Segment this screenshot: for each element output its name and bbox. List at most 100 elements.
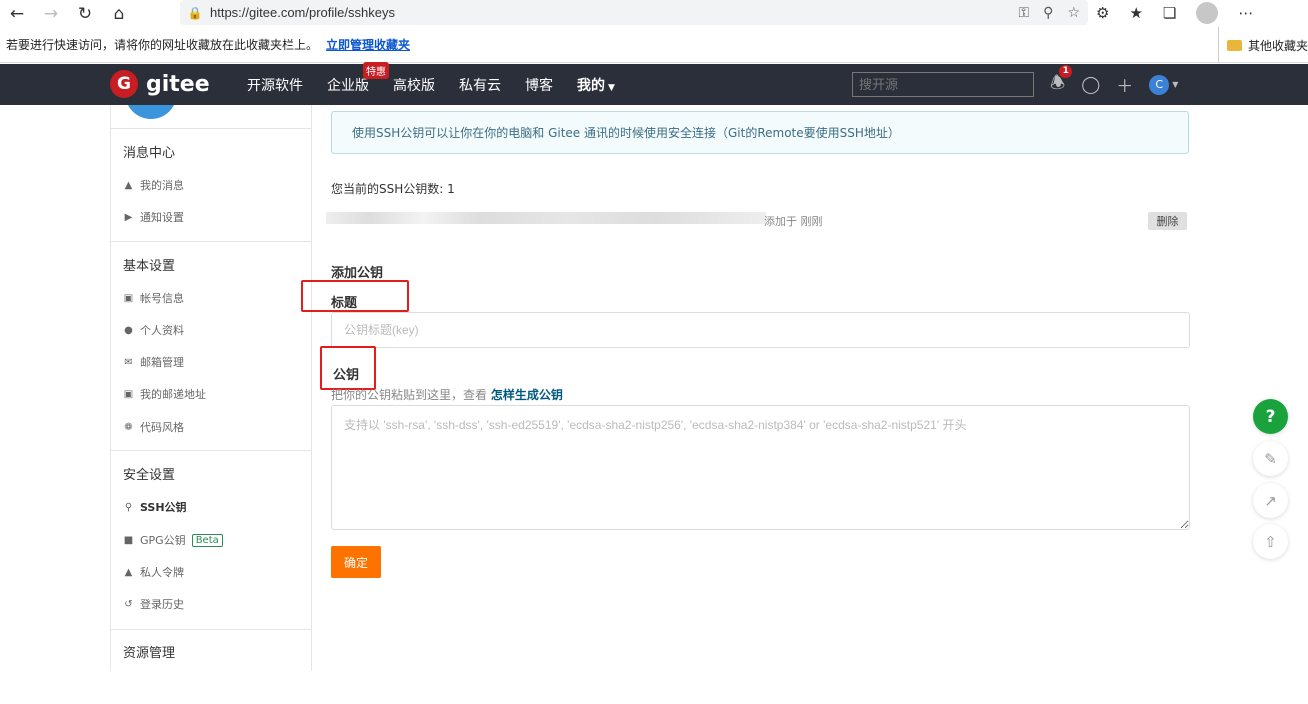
sidebar-item-label: 邮箱管理 [140, 356, 184, 369]
divider [111, 128, 311, 129]
key-row: 添加于 刚刚 删除 [326, 210, 1190, 230]
zoom-icon[interactable]: ⚲ [1043, 5, 1053, 21]
divider [111, 450, 311, 451]
nav-mine-label: 我的 [577, 77, 605, 94]
how-to-generate-link[interactable]: 怎样生成公钥 [491, 388, 563, 402]
sidebar-item-login-history[interactable]: ↺ 登录历史 [123, 596, 184, 612]
nav-education[interactable]: 高校版 [393, 75, 435, 95]
other-favorites[interactable]: 其他收藏夹 [1217, 27, 1308, 63]
bell-icon: ▲ [124, 179, 133, 191]
group-basic-settings: 基本设置 [123, 259, 176, 274]
header-search-input[interactable] [852, 72, 1034, 97]
annotation-box-title [301, 280, 409, 312]
main-nav: 开源软件 企业版 特惠 高校版 私有云 博客 我的 ▼ [247, 61, 615, 105]
folder-icon [1226, 39, 1242, 51]
nav-mine[interactable]: 我的 ▼ [577, 75, 615, 95]
gitee-header: G gitee 开源软件 企业版 特惠 高校版 私有云 博客 我的▼ 🕭 1 ◯… [0, 61, 1308, 105]
sidebar-item-code-style[interactable]: ❁ 代码风格 [123, 419, 184, 435]
gitee-logo[interactable]: G gitee [110, 70, 210, 98]
key-icon: ⚲ [124, 501, 133, 513]
url-text: https://gitee.com/profile/sshkeys [210, 5, 395, 20]
user-menu[interactable]: C ▼ [1149, 74, 1178, 95]
id-card-icon: ▣ [123, 292, 134, 304]
address-card-icon: ▣ [123, 388, 134, 400]
lock-icon: 🔒 [187, 5, 203, 20]
sidebar-item-label: 帐号信息 [140, 292, 184, 305]
gitee-logo-icon: G [110, 70, 138, 98]
reload-button[interactable]: ↻ [68, 2, 102, 26]
profile-avatar[interactable] [1196, 1, 1219, 24]
user-avatar: C [1149, 74, 1170, 95]
sidebar-item-address[interactable]: ▣ 我的邮递地址 [123, 386, 206, 402]
key-icon[interactable]: ⚿ [1019, 5, 1030, 21]
favorites-icon[interactable]: ★ [1129, 4, 1142, 22]
sidebar-item-account[interactable]: ▣ 帐号信息 [123, 290, 184, 306]
favorite-add-icon[interactable]: ☆ [1067, 5, 1080, 21]
arrow-up-icon: ⇧ [1264, 532, 1277, 551]
sidebar-item-gpg-keys[interactable]: ■ GPG公钥 Beta [123, 532, 223, 548]
more-menu-icon[interactable]: ⋯ [1238, 4, 1253, 22]
group-message-center: 消息中心 [123, 146, 176, 161]
nav-enterprise[interactable]: 企业版 特惠 [327, 61, 389, 95]
user-icon: ● [124, 324, 133, 336]
plus-icon[interactable]: ＋ [1116, 72, 1133, 97]
sidebar-item-label: 代码风格 [140, 421, 184, 434]
address-bar[interactable]: 🔒 https://gitee.com/profile/sshkeys ⚿ ⚲ … [180, 0, 1088, 25]
ssh-info-box: 使用SSH公钥可以让你在你的电脑和 Gitee 通讯的时候使用安全连接（Git的… [331, 111, 1189, 154]
sidebar-item-notification-settings[interactable]: ▶ 通知设置 [123, 209, 184, 225]
help-button[interactable]: ? [1253, 399, 1288, 434]
nav-private-cloud[interactable]: 私有云 [459, 75, 501, 95]
nav-blog[interactable]: 博客 [525, 75, 553, 95]
volume-icon: ▶ [124, 211, 133, 223]
key-hint: 把你的公钥粘贴到这里，查看 怎样生成公钥 [331, 386, 563, 403]
key-count: 您当前的SSH公钥数: 1 [331, 182, 455, 196]
delete-key-button[interactable]: 删除 [1148, 212, 1187, 230]
share-icon: ↗ [1264, 491, 1277, 510]
blurred-key-fingerprint [326, 212, 766, 224]
lightbulb-icon[interactable]: ◯ [1081, 75, 1100, 95]
feedback-button[interactable]: ✎ [1253, 441, 1288, 476]
envelope-icon: ✉ [124, 356, 133, 368]
sidebar-item-email[interactable]: ✉ 邮箱管理 [123, 354, 184, 370]
nav-enterprise-label: 企业版 [327, 77, 369, 94]
key-added-time: 添加于 刚刚 [764, 215, 823, 228]
bookmark-message: 若要进行快速访问，请将你的网址收藏放在此收藏夹栏上。 [6, 38, 319, 52]
browser-toolbar: ← → ↻ ⌂ 🔒 https://gitee.com/profile/sshk… [0, 0, 1308, 27]
back-to-top-button[interactable]: ⇧ [1253, 524, 1288, 559]
divider [111, 629, 311, 630]
public-key-textarea[interactable] [331, 405, 1190, 530]
sidebar-item-tokens[interactable]: ▲ 私人令牌 [123, 564, 184, 580]
annotation-box-key [320, 346, 376, 390]
manage-favorites-link[interactable]: 立即管理收藏夹 [326, 36, 410, 53]
extensions-icon[interactable]: ⚙ [1096, 4, 1109, 22]
share-button[interactable]: ↗ [1253, 483, 1288, 518]
beta-badge: Beta [191, 533, 223, 547]
sidebar-item-label: GPG公钥 [140, 534, 186, 547]
lock-icon: ■ [123, 534, 134, 546]
back-button[interactable]: ← [0, 2, 34, 26]
edit-icon: ✎ [1264, 449, 1277, 468]
caret-down-icon: ▼ [608, 82, 615, 93]
forward-button[interactable]: → [34, 2, 68, 26]
sidebar-item-ssh-keys[interactable]: ⚲ SSH公钥 [123, 499, 187, 515]
palette-icon: ❁ [124, 421, 133, 433]
collections-icon[interactable]: ❏ [1163, 4, 1176, 22]
settings-sidebar: 消息中心 ▲ 我的消息 ▶ 通知设置 基本设置 ▣ 帐号信息 ● 个人资料 ✉ 邮箱管理 … [110, 105, 312, 671]
key-title-input[interactable] [331, 312, 1190, 348]
sidebar-item-label: SSH公钥 [140, 501, 187, 514]
sidebar-item-profile[interactable]: ● 个人资料 [123, 322, 184, 338]
bookmark-bar: 若要进行快速访问，请将你的网址收藏放在此收藏夹栏上。 立即管理收藏夹 其他收藏夹 [0, 27, 1308, 63]
submit-button[interactable]: 确定 [331, 546, 381, 578]
home-button[interactable]: ⌂ [102, 2, 136, 26]
sidebar-item-my-messages[interactable]: ▲ 我的消息 [123, 177, 184, 193]
notification-bell[interactable]: 🕭 1 [1050, 65, 1073, 99]
key-hint-text: 把你的公钥粘贴到这里，查看 [331, 388, 491, 402]
notification-badge: 1 [1059, 65, 1073, 78]
divider [111, 241, 311, 242]
sidebar-item-label: 私人令牌 [140, 566, 184, 579]
nav-open-source[interactable]: 开源软件 [247, 75, 303, 95]
token-icon: ▲ [124, 566, 133, 578]
sidebar-item-label: 我的消息 [140, 179, 184, 192]
history-icon: ↺ [124, 598, 133, 610]
group-resource-management: 资源管理 [123, 646, 176, 661]
